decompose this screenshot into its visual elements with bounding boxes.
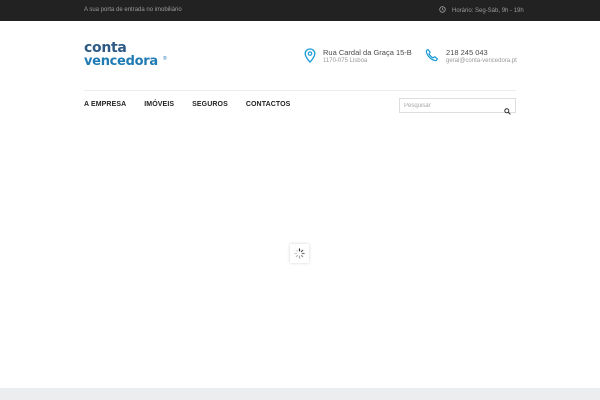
email-address[interactable]: geral@conta-vencedora.pt <box>446 58 517 64</box>
header-divider <box>84 90 516 91</box>
phone-number[interactable]: 218 245 043 <box>446 48 488 57</box>
search-input[interactable] <box>404 101 499 111</box>
nav-item-seguros[interactable]: SEGUROS <box>192 101 228 108</box>
hours-text: Horário: Seg-Sáb, 9h - 19h <box>452 7 524 14</box>
nav-item-contactos[interactable]: CONTACTOS <box>246 101 291 108</box>
phone-icon <box>425 48 439 62</box>
nav-item-empresa[interactable]: A EMPRESA <box>84 101 126 108</box>
address-postal: 1170-075 Lisboa <box>323 58 368 64</box>
address-street: Rua Cardal da Graça 15-B <box>323 48 412 57</box>
loading-spinner <box>290 244 309 263</box>
logo-text-bottom: vencedora <box>84 54 158 69</box>
clock-icon <box>439 6 446 15</box>
nav-item-imoveis[interactable]: IMÓVEIS <box>144 101 174 108</box>
search-icon[interactable] <box>504 102 511 115</box>
main-nav: A EMPRESA IMÓVEIS SEGUROS CONTACTOS <box>84 101 290 108</box>
opening-hours: Horário: Seg-Sáb, 9h - 19h <box>439 6 524 15</box>
map-pin-icon <box>304 48 316 63</box>
top-bar: A sua porta de entrada no imobiliário Ho… <box>0 0 600 21</box>
registered-mark: ® <box>163 56 167 62</box>
site-logo[interactable]: conta vencedora ® <box>84 40 174 69</box>
tagline: A sua porta de entrada no imobiliário <box>84 7 182 13</box>
search-box <box>399 98 516 115</box>
footer-strip <box>0 388 600 400</box>
